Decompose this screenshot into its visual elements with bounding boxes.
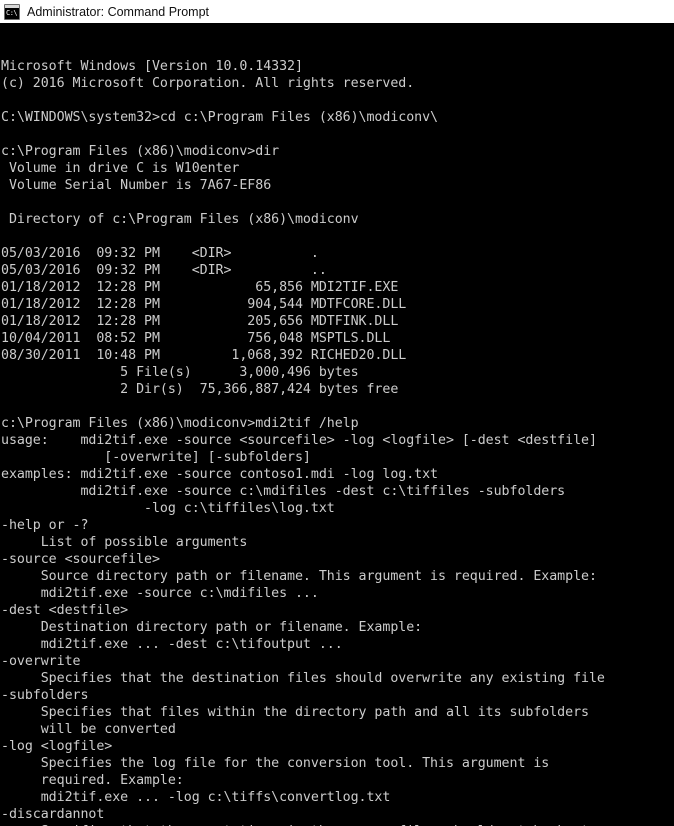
window-title: Administrator: Command Prompt xyxy=(27,4,210,19)
console-line: 05/03/2016 09:32 PM <DIR> . xyxy=(1,246,319,261)
console-line: C:\WINDOWS\system32>cd c:\Program Files … xyxy=(1,110,438,125)
console-line: usage: mdi2tif.exe -source <sourcefile> … xyxy=(1,433,597,448)
window-titlebar[interactable]: C:\ Administrator: Command Prompt xyxy=(0,0,674,23)
console-line: mdi2tif.exe -source c:\mdifiles -dest c:… xyxy=(1,484,566,499)
console-line: 10/04/2011 08:52 PM 756,048 MSPTLS.DLL xyxy=(1,331,391,346)
console-line: Volume Serial Number is 7A67-EF86 xyxy=(1,178,272,193)
console-line: mdi2tif.exe -source c:\mdifiles ... xyxy=(1,586,319,601)
console-line: Specifies that the destination files sho… xyxy=(1,671,605,686)
console-line: will be converted xyxy=(1,722,176,737)
console-line: -source <sourcefile> xyxy=(1,552,160,567)
console-line: Microsoft Windows [Version 10.0.14332] xyxy=(1,59,303,74)
console-output-area[interactable]: Microsoft Windows [Version 10.0.14332] (c… xyxy=(0,23,674,826)
console-line: examples: mdi2tif.exe -source contoso1.m… xyxy=(1,467,438,482)
console-line: -overwrite xyxy=(1,654,81,669)
console-line: 05/03/2016 09:32 PM <DIR> .. xyxy=(1,263,327,278)
console-line: 08/30/2011 10:48 PM 1,068,392 RICHED20.D… xyxy=(1,348,407,363)
console-line: c:\Program Files (x86)\modiconv>dir xyxy=(1,144,280,159)
console-line: Specifies that files within the director… xyxy=(1,705,589,720)
command-prompt-window: C:\ Administrator: Command Prompt Micros… xyxy=(0,0,674,826)
console-line: c:\Program Files (x86)\modiconv>mdi2tif … xyxy=(1,416,359,431)
icon-prompt-glyph: C:\ xyxy=(6,8,18,17)
console-line: [-overwrite] [-subfolders] xyxy=(1,450,311,465)
console-line: -subfolders xyxy=(1,688,89,703)
console-line: 01/18/2012 12:28 PM 205,656 MDTFINK.DLL xyxy=(1,314,399,329)
console-line: 5 File(s) 3,000,496 bytes xyxy=(1,365,359,380)
console-line: mdi2tif.exe ... -dest c:\tifoutput ... xyxy=(1,637,343,652)
console-line: Directory of c:\Program Files (x86)\modi… xyxy=(1,212,359,227)
console-line: (c) 2016 Microsoft Corporation. All righ… xyxy=(1,76,415,91)
console-line: mdi2tif.exe ... -log c:\tiffs\convertlog… xyxy=(1,790,391,805)
console-line: -help or -? xyxy=(1,518,89,533)
console-line: -dest <destfile> xyxy=(1,603,129,618)
console-lines: Microsoft Windows [Version 10.0.14332] (c… xyxy=(1,58,674,826)
command-prompt-icon: C:\ xyxy=(4,3,20,20)
console-line: -log c:\tiffiles\log.txt xyxy=(1,501,335,516)
console-line: Volume in drive C is W10enter xyxy=(1,161,240,176)
console-line: 01/18/2012 12:28 PM 904,544 MDTFCORE.DLL xyxy=(1,297,407,312)
console-line: -log <logfile> xyxy=(1,739,113,754)
console-line: Specifies the log file for the conversio… xyxy=(1,756,550,771)
console-line: -discardannot xyxy=(1,807,105,822)
console-line: Destination directory path or filename. … xyxy=(1,620,423,635)
console-line: 01/18/2012 12:28 PM 65,856 MDI2TIF.EXE xyxy=(1,280,399,295)
console-line: 2 Dir(s) 75,366,887,424 bytes free xyxy=(1,382,399,397)
console-line: Source directory path or filename. This … xyxy=(1,569,597,584)
console-line: List of possible arguments xyxy=(1,535,248,550)
console-line: required. Example: xyxy=(1,773,184,788)
